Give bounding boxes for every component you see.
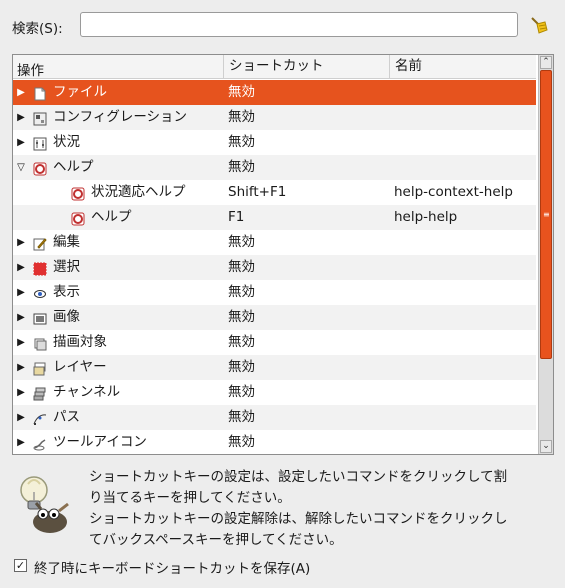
row-action-label: 状況適応ヘルプ	[91, 184, 186, 200]
expand-arrow-icon[interactable]: ▶	[15, 305, 27, 330]
row-shortcut[interactable]: F1	[228, 205, 244, 230]
help-icon	[33, 160, 47, 176]
save-on-exit-checkbox[interactable]: ✓	[14, 559, 27, 572]
row-action-label: 表示	[53, 284, 80, 300]
row-shortcut[interactable]: 無効	[228, 405, 255, 430]
configuration-icon	[33, 110, 47, 126]
column-header-shortcut[interactable]: ショートカット	[223, 55, 389, 78]
column-header-action[interactable]: 操作	[17, 59, 44, 79]
row-action-label: コンフィグレーション	[53, 109, 188, 125]
tree-row[interactable]: ▶ 選択 無効	[13, 255, 536, 280]
expand-arrow-icon[interactable]: ▶	[15, 330, 27, 355]
expand-arrow-icon[interactable]: ▶	[15, 80, 27, 105]
scrollbar-thumb[interactable]: ≡	[540, 70, 552, 359]
collapse-arrow-icon[interactable]: ▽	[15, 155, 27, 180]
row-action-label: 状況	[53, 134, 80, 150]
row-action-label: 選択	[53, 259, 80, 275]
row-shortcut[interactable]: 無効	[228, 355, 255, 380]
search-row: 検索(S):	[0, 11, 565, 41]
tree-row[interactable]: ▶ パス 無効	[13, 405, 536, 430]
tree-row[interactable]: ▶ ツールアイコン 無効	[13, 430, 536, 454]
row-shortcut[interactable]: 無効	[228, 155, 255, 180]
row-action-label: ヘルプ	[91, 209, 132, 225]
row-shortcut[interactable]: 無効	[228, 230, 255, 255]
tree-row[interactable]: ▶ 画像 無効	[13, 305, 536, 330]
row-shortcut[interactable]: 無効	[228, 255, 255, 280]
tree-row[interactable]: ヘルプ F1 help-help	[13, 205, 536, 230]
grip-icon: ≡	[543, 210, 550, 219]
row-shortcut[interactable]: 無効	[228, 105, 255, 130]
row-action-label: 画像	[53, 309, 80, 325]
row-shortcut[interactable]: 無効	[228, 130, 255, 155]
clear-search-icon[interactable]	[528, 14, 550, 36]
save-on-exit-label[interactable]: 終了時にキーボードショートカットを保存(A)	[34, 557, 310, 577]
expand-arrow-icon[interactable]: ▶	[15, 130, 27, 155]
scroll-up-icon[interactable]: ⌃	[540, 56, 552, 69]
layer-icon	[33, 360, 47, 376]
row-action-label: 編集	[53, 234, 80, 250]
help-icon	[71, 210, 85, 226]
tree-header: 操作 ショートカット 名前	[13, 55, 536, 79]
expand-arrow-icon[interactable]: ▶	[15, 280, 27, 305]
tree-row[interactable]: 状況適応ヘルプ Shift+F1 help-context-help	[13, 180, 536, 205]
file-icon	[33, 85, 47, 101]
tree-row[interactable]: ▶ チャンネル 無効	[13, 380, 536, 405]
wilber-tip-icon	[12, 470, 74, 536]
expand-arrow-icon[interactable]: ▶	[15, 430, 27, 454]
search-input[interactable]	[80, 12, 518, 37]
help-icon	[71, 185, 85, 201]
row-action-name: help-help	[394, 209, 458, 225]
tree-row[interactable]: ▶ レイヤー 無効	[13, 355, 536, 380]
tree-row[interactable]: ▶ 編集 無効	[13, 230, 536, 255]
vertical-scrollbar[interactable]: ⌃ ≡ ⌄	[538, 55, 553, 454]
row-action-label: ヘルプ	[53, 159, 94, 175]
tree-row[interactable]: ▶ コンフィグレーション 無効	[13, 105, 536, 130]
path-icon	[33, 410, 47, 425]
row-action-label: レイヤー	[53, 359, 107, 375]
tree-row[interactable]: ▽ ヘルプ 無効	[13, 155, 536, 180]
row-shortcut[interactable]: 無効	[228, 380, 255, 405]
row-action-label: 描画対象	[53, 334, 107, 350]
row-action-name: help-context-help	[394, 184, 513, 200]
expand-arrow-icon[interactable]: ▶	[15, 355, 27, 380]
image-icon	[33, 310, 47, 325]
expand-arrow-icon[interactable]: ▶	[15, 255, 27, 280]
expand-arrow-icon[interactable]: ▶	[15, 405, 27, 430]
tree-row[interactable]: ▶ ファイル 無効	[13, 80, 536, 105]
expand-arrow-icon[interactable]: ▶	[15, 380, 27, 405]
row-shortcut[interactable]: 無効	[228, 305, 255, 330]
status-icon	[33, 135, 47, 151]
view-icon	[33, 285, 47, 299]
tree-row[interactable]: ▶ 状況 無効	[13, 130, 536, 155]
row-shortcut[interactable]: 無効	[228, 80, 255, 105]
tree-rows: ▶ ファイル 無効 ▶ コンフィグレーション 無効 ▶ 状況 無効 ▽ ヘルプ 無効 状況適応ヘルプ Sh…	[13, 80, 536, 454]
channel-icon	[33, 385, 47, 401]
row-shortcut[interactable]: 無効	[228, 430, 255, 454]
select-icon	[33, 260, 47, 276]
row-shortcut[interactable]: 無効	[228, 330, 255, 355]
row-shortcut[interactable]: 無効	[228, 280, 255, 305]
edit-icon	[33, 235, 47, 251]
row-action-label: ツールアイコン	[53, 434, 147, 450]
search-label: 検索(S):	[12, 21, 63, 37]
tree-row[interactable]: ▶ 描画対象 無効	[13, 330, 536, 355]
expand-arrow-icon[interactable]: ▶	[15, 230, 27, 255]
row-action-label: パス	[53, 409, 80, 425]
column-header-name[interactable]: 名前	[389, 55, 535, 78]
expand-arrow-icon[interactable]: ▶	[15, 105, 27, 130]
tool-icon	[33, 435, 47, 451]
row-action-label: チャンネル	[53, 384, 121, 400]
scroll-down-icon[interactable]: ⌄	[540, 440, 552, 453]
tree-row[interactable]: ▶ 表示 無効	[13, 280, 536, 305]
row-shortcut[interactable]: Shift+F1	[228, 180, 286, 205]
tip-text: ショートカットキーの設定は、設定したいコマンドをクリックして割 り当てるキーを押…	[89, 469, 508, 548]
shortcut-tree: 操作 ショートカット 名前 ▶ ファイル 無効 ▶ コンフィグレーション 無効 ▶ 状況 無効 ▽…	[12, 54, 554, 455]
row-action-label: ファイル	[53, 84, 107, 100]
drawable-icon	[33, 335, 47, 351]
